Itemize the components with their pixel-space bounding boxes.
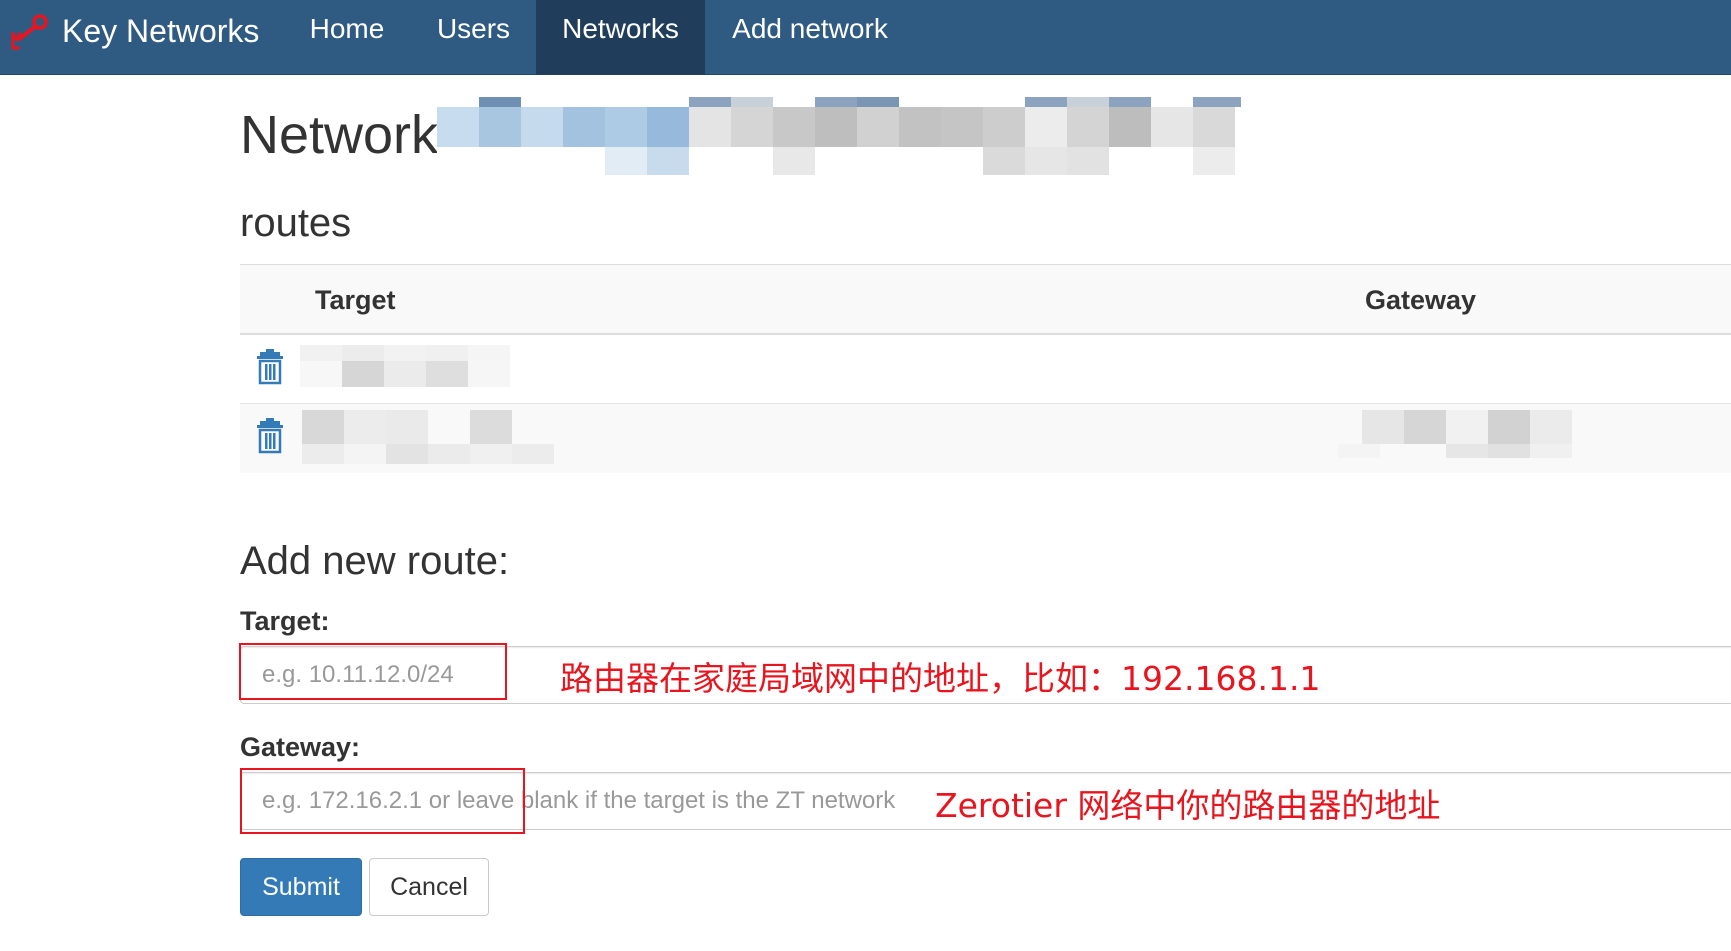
column-header-gateway: Gateway	[1365, 285, 1477, 315]
cancel-button[interactable]: Cancel	[369, 858, 489, 916]
table-header: Target Gateway	[240, 265, 1731, 335]
trash-icon[interactable]	[256, 418, 284, 454]
gateway-annotation: Zerotier 网络中你的路由器的地址	[935, 786, 1441, 825]
column-header-target: Target	[315, 285, 396, 315]
brand[interactable]: Key Networks	[10, 0, 259, 62]
table-row	[240, 404, 1731, 473]
top-navbar: Key Networks Home Users Networks Add net…	[0, 0, 1731, 75]
redacted-network-id	[437, 97, 1245, 177]
target-annotation: 路由器在家庭局域网中的地址，比如：192.168.1.1	[560, 659, 1321, 698]
routes-heading: routes	[240, 201, 352, 245]
redacted-gateway	[1338, 410, 1572, 458]
redacted-target	[302, 410, 554, 464]
brand-name: Key Networks	[62, 12, 260, 49]
target-label: Target:	[240, 606, 330, 636]
nav-networks[interactable]: Networks	[536, 0, 705, 75]
nav-home[interactable]: Home	[283, 0, 411, 75]
nav-users[interactable]: Users	[411, 0, 536, 75]
table-row	[240, 335, 1731, 404]
key-logo-icon	[11, 14, 48, 50]
submit-button[interactable]: Submit	[240, 858, 362, 916]
gateway-label: Gateway:	[240, 732, 361, 762]
trash-icon[interactable]	[256, 349, 284, 385]
nav-add-network[interactable]: Add network	[705, 0, 915, 75]
page-title: Network	[240, 105, 439, 165]
redacted-target	[300, 345, 510, 387]
add-route-heading: Add new route:	[240, 539, 510, 583]
routes-table: Target Gateway	[240, 264, 1731, 473]
